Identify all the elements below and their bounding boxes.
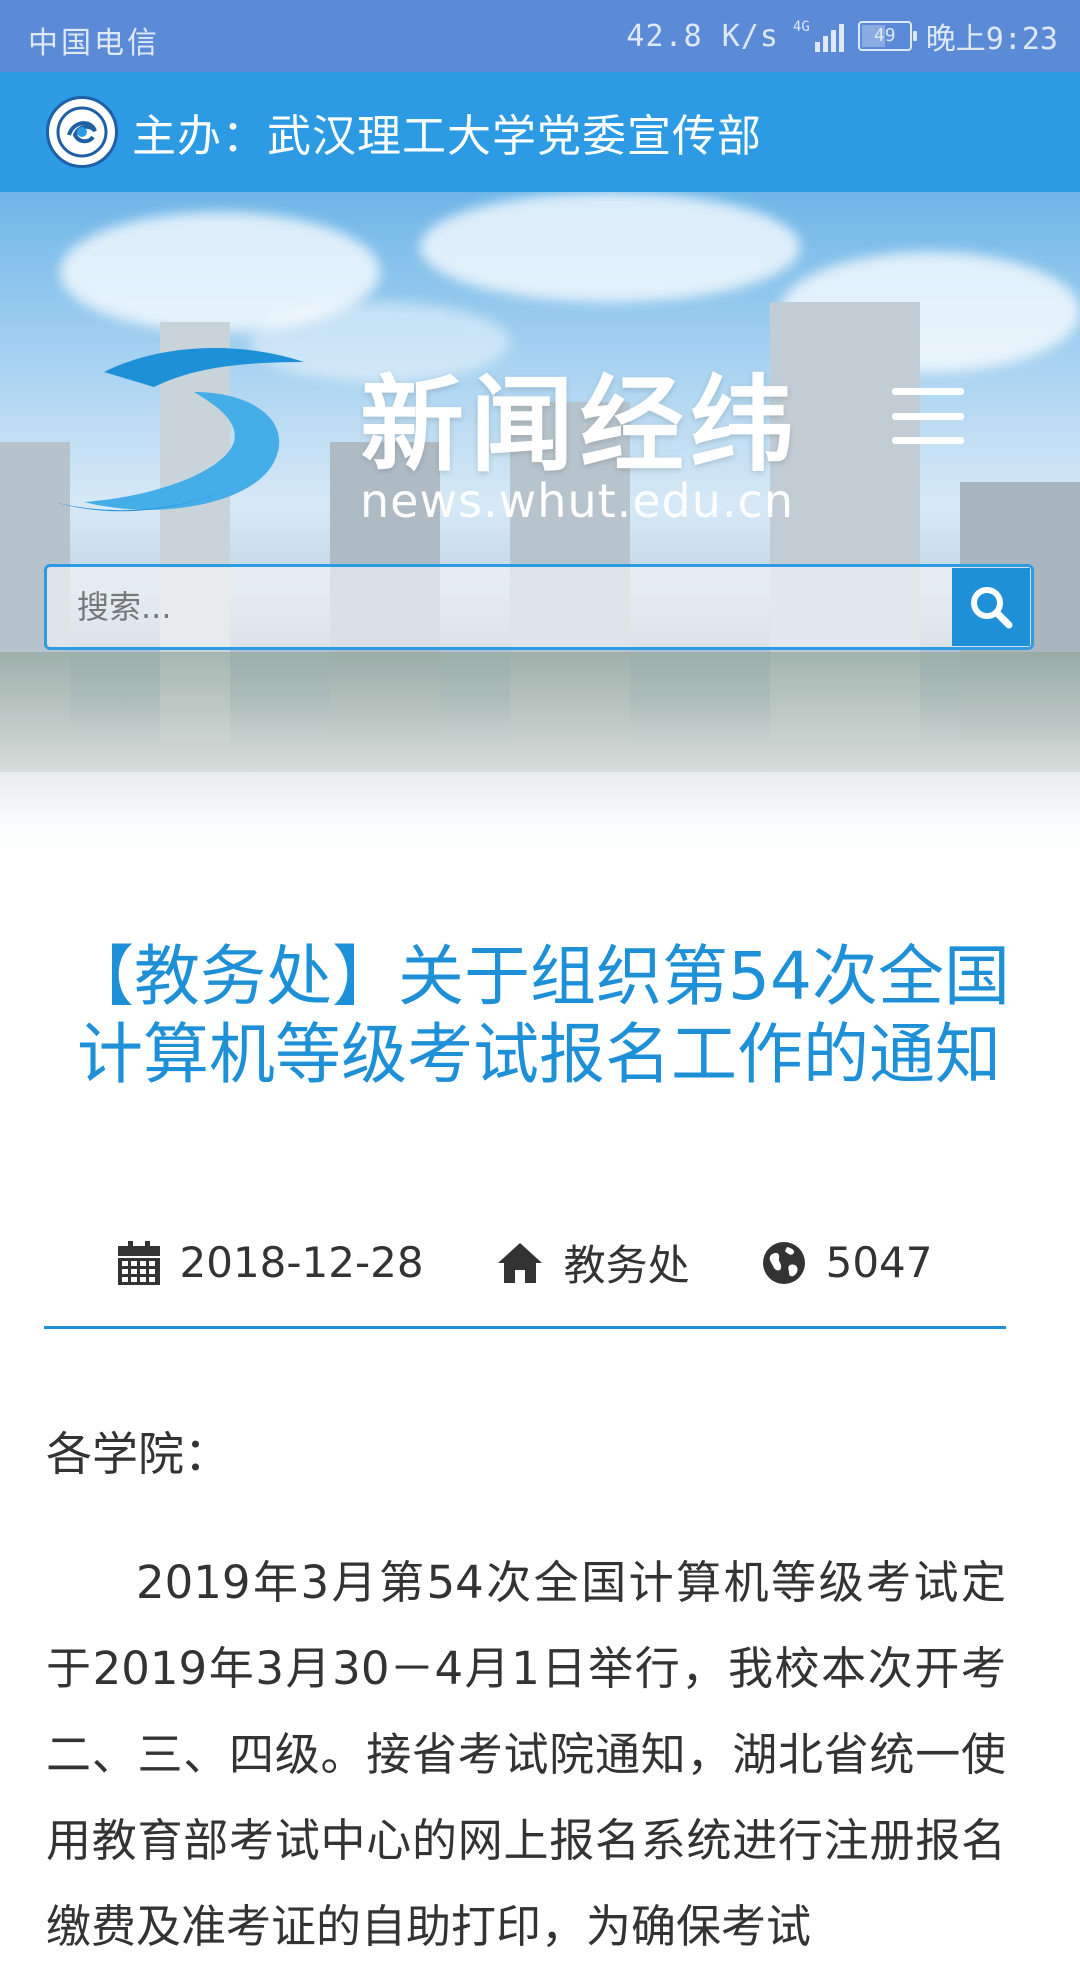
- hamburger-icon[interactable]: [892, 388, 964, 444]
- article-title: 【教务处】关于组织第54次全国计算机等级考试报名工作的通知: [68, 938, 1010, 1093]
- calendar-icon: [117, 1240, 160, 1285]
- school-logo[interactable]: [46, 96, 118, 168]
- signal-icon: 4G: [793, 20, 844, 52]
- meta-department: 教务处: [496, 1232, 690, 1293]
- view-count: 5047: [825, 1238, 933, 1287]
- status-indicators: 42.8 K/s 4G 49 晚上9:23: [626, 14, 1058, 58]
- clock: 晚上9:23: [925, 22, 1058, 57]
- battery-icon: 49: [857, 21, 917, 51]
- network-speed: 42.8 K/s: [626, 18, 779, 54]
- department-name: 教务处: [563, 1241, 690, 1290]
- carrier-name: 中国电信: [28, 26, 160, 61]
- globe-icon: [762, 1241, 805, 1284]
- network-type: 4G: [792, 19, 810, 35]
- article-body: 2019年3月第54次全国计算机等级考试定于2019年3月30－4月1日举行，我…: [46, 1556, 1006, 1953]
- host-text: 主办：武汉理工大学党委宣传部: [132, 111, 762, 162]
- publish-date: 2018-12-28: [179, 1238, 424, 1287]
- search-input[interactable]: [47, 566, 952, 648]
- status-bar: 中国电信 42.8 K/s 4G 49 晚上9:23: [0, 0, 1080, 72]
- article-meta: 2018-12-28 教务处 5047: [44, 1232, 1006, 1293]
- brand-url: news.whut.edu.cn: [360, 474, 794, 528]
- meta-views: 5047: [762, 1238, 933, 1287]
- search-icon: [971, 587, 1013, 629]
- home-icon: [497, 1242, 542, 1283]
- brand-logo-icon: [44, 332, 334, 536]
- search-box: [44, 564, 1034, 650]
- battery-level: 49: [873, 25, 896, 46]
- meta-date: 2018-12-28: [117, 1238, 424, 1287]
- brand-title: 新闻经纬: [360, 364, 801, 486]
- hero-banner: 新闻经纬 news.whut.edu.cn: [0, 192, 1080, 892]
- article-salutation: 各学院：: [46, 1427, 230, 1481]
- host-bar: 主办：武汉理工大学党委宣传部: [0, 72, 1080, 192]
- search-button[interactable]: [952, 568, 1030, 646]
- divider: [44, 1326, 1006, 1329]
